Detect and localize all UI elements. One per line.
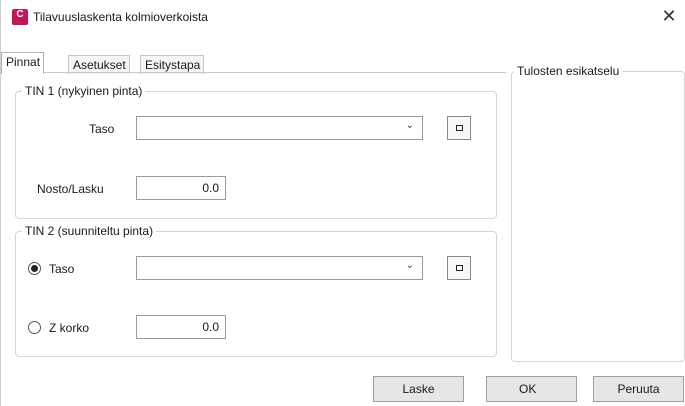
chevron-down-icon: ⌄ [405, 260, 414, 271]
tin2-zlevel-input[interactable]: 0.0 [136, 315, 226, 339]
tin1-offset-input[interactable]: 0.0 [136, 176, 226, 200]
tin2-surface-select[interactable]: ⌄ [136, 256, 423, 280]
pick-square-icon [456, 125, 463, 131]
title-bar: C Tilavuuslaskenta kolmioverkoista ✕ [1, 0, 685, 34]
tab-divider [1, 72, 506, 73]
preview-group-label: Tulosten esikatselu [514, 64, 623, 78]
window-title: Tilavuuslaskenta kolmioverkoista [33, 10, 208, 24]
preview-group: Tulosten esikatselu [511, 64, 685, 362]
tin2-zlevel-radio[interactable] [28, 321, 41, 334]
tin2-surface-label: Taso [49, 262, 75, 276]
calculate-button[interactable]: Laske [373, 376, 464, 402]
tin1-group-label: TIN 1 (nykyinen pinta) [22, 84, 146, 98]
tab-pinnat[interactable]: Pinnat [1, 52, 45, 74]
chevron-down-icon: ⌄ [405, 120, 414, 131]
cancel-button[interactable]: Peruuta [593, 376, 684, 402]
tin2-pick-button[interactable] [447, 256, 471, 280]
close-button[interactable]: ✕ [652, 0, 685, 34]
tin2-group: TIN 2 (suunniteltu pinta) Taso ⌄ Z korko… [15, 224, 497, 357]
tin1-group: TIN 1 (nykyinen pinta) Taso ⌄ Nosto/Lask… [15, 84, 497, 219]
tin1-surface-select[interactable]: ⌄ [136, 116, 423, 140]
tin1-offset-label: Nosto/Lasku [37, 182, 104, 196]
tin1-surface-label: Taso [89, 122, 115, 136]
app-icon: C [12, 9, 28, 25]
pick-square-icon [456, 265, 463, 271]
ok-button[interactable]: OK [486, 376, 577, 402]
dialog-content: Pinnat Asetukset Esitystapa TIN 1 (nykyi… [1, 34, 685, 406]
tin2-group-label: TIN 2 (suunniteltu pinta) [22, 224, 157, 238]
dialog-window: C Tilavuuslaskenta kolmioverkoista ✕ Pin… [0, 0, 685, 406]
close-icon: ✕ [661, 6, 677, 26]
tin2-zlevel-label: Z korko [49, 321, 90, 335]
tin1-pick-button[interactable] [447, 116, 471, 140]
tin2-surface-radio[interactable] [28, 262, 41, 275]
